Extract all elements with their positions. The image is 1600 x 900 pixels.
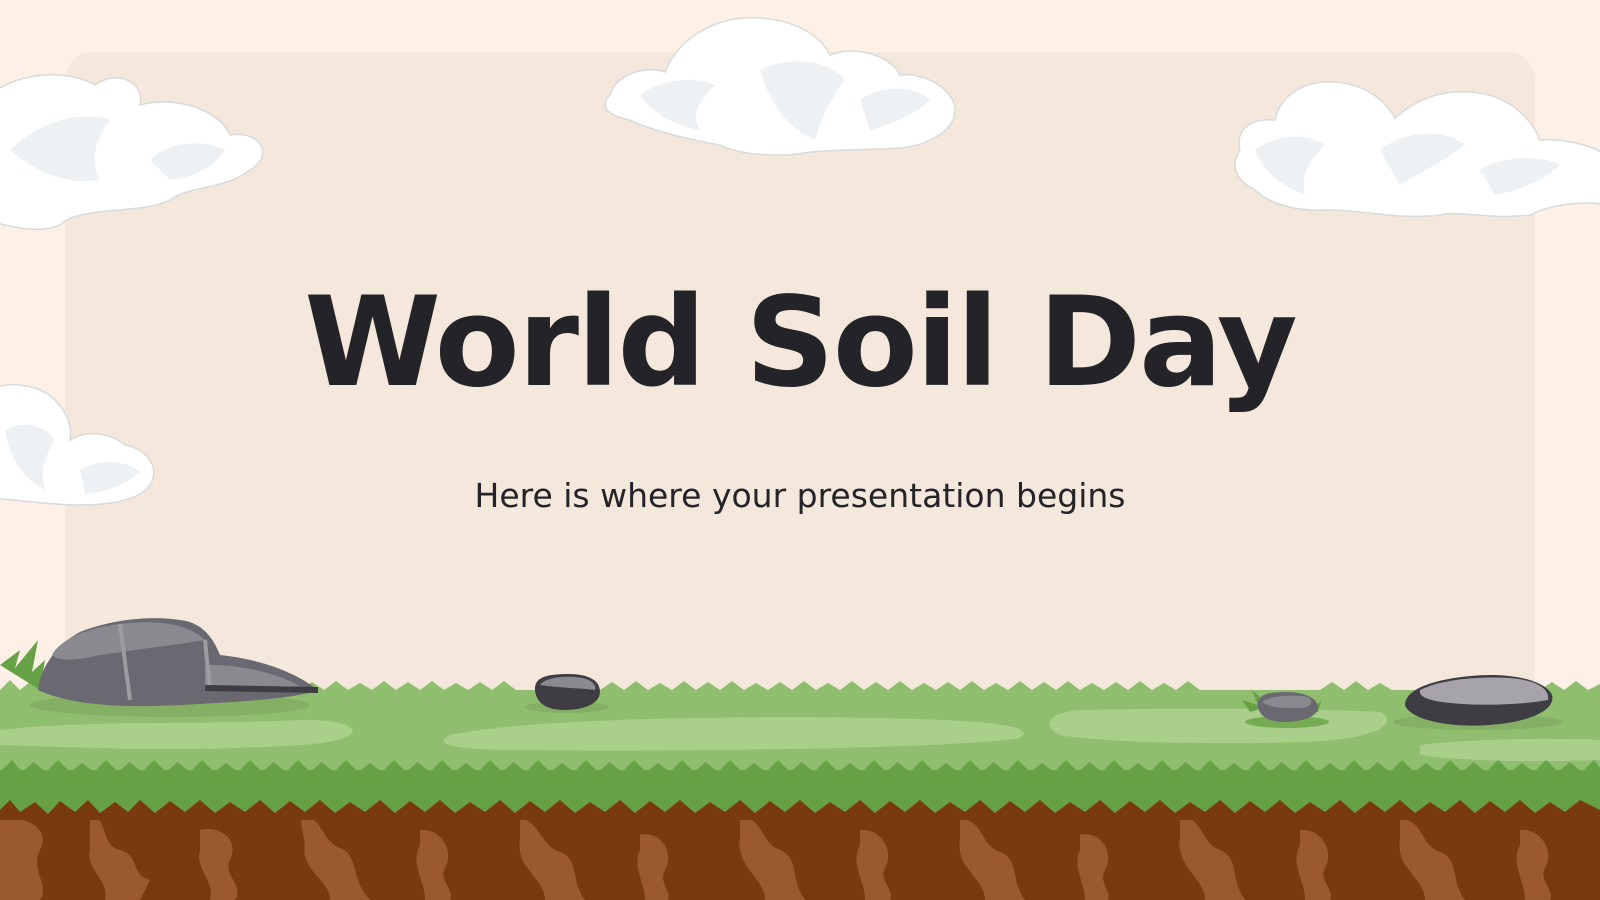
slide-title: World Soil Day xyxy=(304,271,1297,415)
rock-icon xyxy=(525,674,609,713)
cloud-icon xyxy=(0,74,264,231)
slide-subtitle: Here is where your presentation begins xyxy=(474,476,1126,515)
rock-icon xyxy=(1393,674,1563,730)
cloud-icon xyxy=(1234,81,1600,218)
cloud-icon xyxy=(604,16,956,156)
rock-icon xyxy=(0,618,319,717)
cloud-icon xyxy=(0,384,155,506)
scene-illustration xyxy=(0,16,1600,900)
slide: World Soil Day Here is where your presen… xyxy=(0,0,1600,900)
